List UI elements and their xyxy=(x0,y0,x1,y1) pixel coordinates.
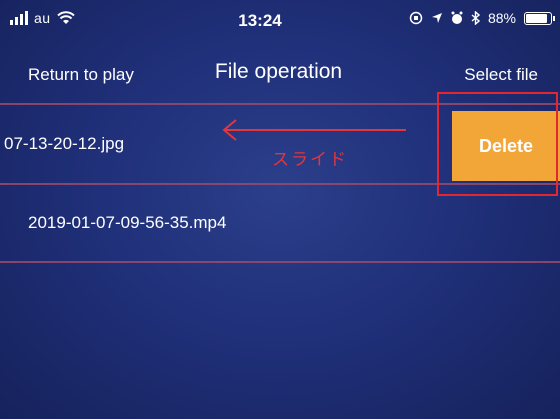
slide-annotation-label: スライド xyxy=(272,150,348,169)
highlight-box xyxy=(437,92,558,196)
battery-icon xyxy=(524,11,555,25)
status-right: 88% xyxy=(409,10,555,26)
bluetooth-icon xyxy=(471,11,480,25)
divider xyxy=(0,261,560,263)
alarm-icon xyxy=(451,11,463,24)
file-name: 2019-01-07-09-56-35.mp4 xyxy=(28,213,227,232)
slide-arrow-icon xyxy=(222,119,406,141)
file-name: 07-13-20-12.jpg xyxy=(4,134,125,153)
location-icon xyxy=(431,13,442,23)
status-bar: au 13:24 88% xyxy=(0,0,560,42)
battery-percentage: 88% xyxy=(487,10,516,26)
select-file-button[interactable]: Select file xyxy=(464,65,538,85)
orientation-lock-icon xyxy=(409,11,423,25)
